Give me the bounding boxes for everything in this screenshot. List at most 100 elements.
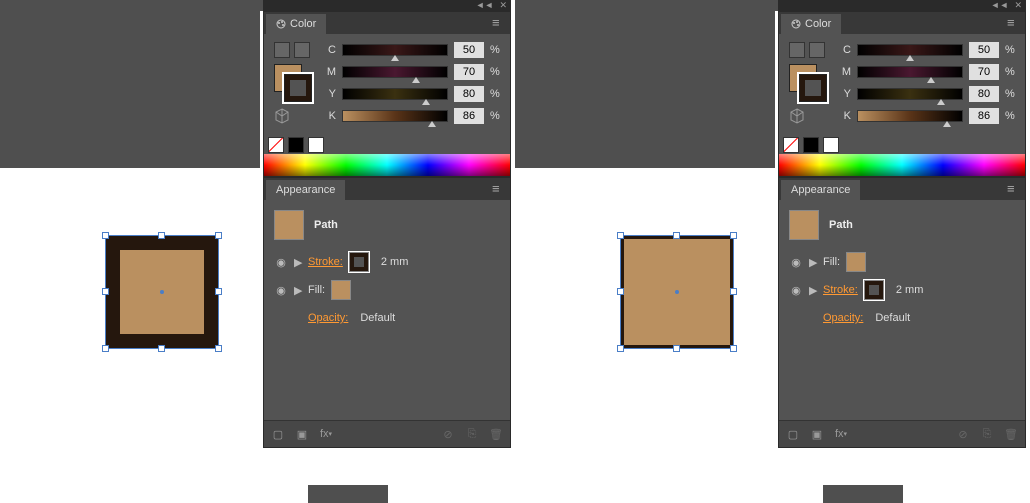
cube-3d-icon[interactable] <box>789 108 805 124</box>
add-fill-button[interactable]: ▣ <box>809 426 825 442</box>
appearance-thumb[interactable] <box>274 210 304 240</box>
add-fill-button[interactable]: ▣ <box>294 426 310 442</box>
stroke-label[interactable]: Stroke: <box>308 256 343 268</box>
handle-bottom[interactable] <box>158 345 165 352</box>
visibility-icon[interactable]: ◉ <box>274 256 288 269</box>
default-fill-stroke-icon[interactable] <box>809 42 825 58</box>
c-slider[interactable] <box>857 44 963 56</box>
stroke-label[interactable]: Stroke: <box>823 284 858 296</box>
opacity-label[interactable]: Opacity: <box>308 312 348 324</box>
handle-bottom-right[interactable] <box>215 345 222 352</box>
visibility-icon[interactable]: ◉ <box>789 256 803 269</box>
none-color-chip[interactable] <box>268 137 284 153</box>
visibility-icon[interactable]: ◉ <box>789 284 803 297</box>
handle-left[interactable] <box>102 288 109 295</box>
delete-item-button[interactable]: 🗑 <box>488 426 504 442</box>
spectrum-bar[interactable] <box>264 154 510 176</box>
tab-appearance[interactable]: Appearance <box>266 180 345 200</box>
black-chip[interactable] <box>288 137 304 153</box>
fill-stroke-proxy[interactable] <box>274 64 312 102</box>
swap-fill-stroke-icon[interactable] <box>789 42 805 58</box>
handle-top-right[interactable] <box>730 232 737 239</box>
collapse-icon[interactable]: ◄◄ <box>991 1 1009 10</box>
k-slider[interactable] <box>857 110 963 122</box>
panel-menu-icon[interactable] <box>492 18 506 28</box>
handle-bottom[interactable] <box>673 345 680 352</box>
stroke-proxy[interactable] <box>284 74 312 102</box>
c-value[interactable]: 50 <box>454 42 484 58</box>
stroke-weight[interactable]: 2 mm <box>381 256 409 268</box>
opacity-label[interactable]: Opacity: <box>823 312 863 324</box>
handle-bottom-right[interactable] <box>730 345 737 352</box>
stroke-swatch[interactable] <box>349 252 369 272</box>
panel-menu-icon[interactable] <box>1007 184 1021 194</box>
stroke-row[interactable]: ◉ ▶ Stroke: 2 mm <box>779 276 1025 304</box>
clear-appearance-button[interactable]: ⊘ <box>955 426 971 442</box>
opacity-row[interactable]: Opacity: Default <box>779 304 1025 332</box>
handle-top-left[interactable] <box>102 232 109 239</box>
clear-appearance-button[interactable]: ⊘ <box>440 426 456 442</box>
opacity-row[interactable]: Opacity: Default <box>264 304 510 332</box>
tab-color[interactable]: Color <box>781 14 841 34</box>
panel-menu-icon[interactable] <box>1007 18 1021 28</box>
panel-menu-icon[interactable] <box>492 184 506 194</box>
y-value[interactable]: 80 <box>454 86 484 102</box>
visibility-icon[interactable]: ◉ <box>274 284 288 297</box>
black-chip[interactable] <box>803 137 819 153</box>
selected-path-object[interactable] <box>621 236 733 348</box>
stroke-proxy[interactable] <box>799 74 827 102</box>
none-color-chip[interactable] <box>783 137 799 153</box>
spectrum-bar[interactable] <box>779 154 1025 176</box>
fill-swatch[interactable] <box>331 280 351 300</box>
k-value[interactable]: 86 <box>454 108 484 124</box>
m-value[interactable]: 70 <box>454 64 484 80</box>
fill-stroke-proxy[interactable] <box>789 64 827 102</box>
stroke-row[interactable]: ◉ ▶ Stroke: 2 mm <box>264 248 510 276</box>
y-slider[interactable] <box>342 88 448 100</box>
close-icon[interactable]: ✕ <box>1014 1 1022 10</box>
add-stroke-button[interactable]: ▢ <box>270 426 286 442</box>
k-value[interactable]: 86 <box>969 108 999 124</box>
handle-top-right[interactable] <box>215 232 222 239</box>
y-value[interactable]: 80 <box>969 86 999 102</box>
handle-bottom-left[interactable] <box>617 345 624 352</box>
c-slider[interactable] <box>342 44 448 56</box>
disclosure-icon[interactable]: ▶ <box>809 256 817 269</box>
swap-fill-stroke-icon[interactable] <box>274 42 290 58</box>
fill-label[interactable]: Fill: <box>308 284 325 296</box>
duplicate-item-button[interactable]: ⎘ <box>979 426 995 442</box>
delete-item-button[interactable]: 🗑 <box>1003 426 1019 442</box>
fill-swatch[interactable] <box>846 252 866 272</box>
white-chip[interactable] <box>823 137 839 153</box>
handle-top-left[interactable] <box>617 232 624 239</box>
disclosure-icon[interactable]: ▶ <box>809 284 817 297</box>
add-effect-button[interactable]: fx▾ <box>318 426 334 442</box>
c-value[interactable]: 50 <box>969 42 999 58</box>
m-slider[interactable] <box>857 66 963 78</box>
fill-row[interactable]: ◉ ▶ Fill: <box>264 276 510 304</box>
add-stroke-button[interactable]: ▢ <box>785 426 801 442</box>
appearance-thumb[interactable] <box>789 210 819 240</box>
stroke-weight[interactable]: 2 mm <box>896 284 924 296</box>
y-slider[interactable] <box>857 88 963 100</box>
handle-top[interactable] <box>673 232 680 239</box>
duplicate-item-button[interactable]: ⎘ <box>464 426 480 442</box>
close-icon[interactable]: ✕ <box>499 1 507 10</box>
m-value[interactable]: 70 <box>969 64 999 80</box>
k-slider[interactable] <box>342 110 448 122</box>
add-effect-button[interactable]: fx▾ <box>833 426 849 442</box>
default-fill-stroke-icon[interactable] <box>294 42 310 58</box>
handle-right[interactable] <box>215 288 222 295</box>
handle-bottom-left[interactable] <box>102 345 109 352</box>
white-chip[interactable] <box>308 137 324 153</box>
disclosure-icon[interactable]: ▶ <box>294 284 302 297</box>
selected-path-object[interactable] <box>106 236 218 348</box>
stroke-swatch[interactable] <box>864 280 884 300</box>
tab-appearance[interactable]: Appearance <box>781 180 860 200</box>
handle-right[interactable] <box>730 288 737 295</box>
handle-left[interactable] <box>617 288 624 295</box>
disclosure-icon[interactable]: ▶ <box>294 256 302 269</box>
tab-color[interactable]: Color <box>266 14 326 34</box>
fill-row[interactable]: ◉ ▶ Fill: <box>779 248 1025 276</box>
collapse-icon[interactable]: ◄◄ <box>476 1 494 10</box>
